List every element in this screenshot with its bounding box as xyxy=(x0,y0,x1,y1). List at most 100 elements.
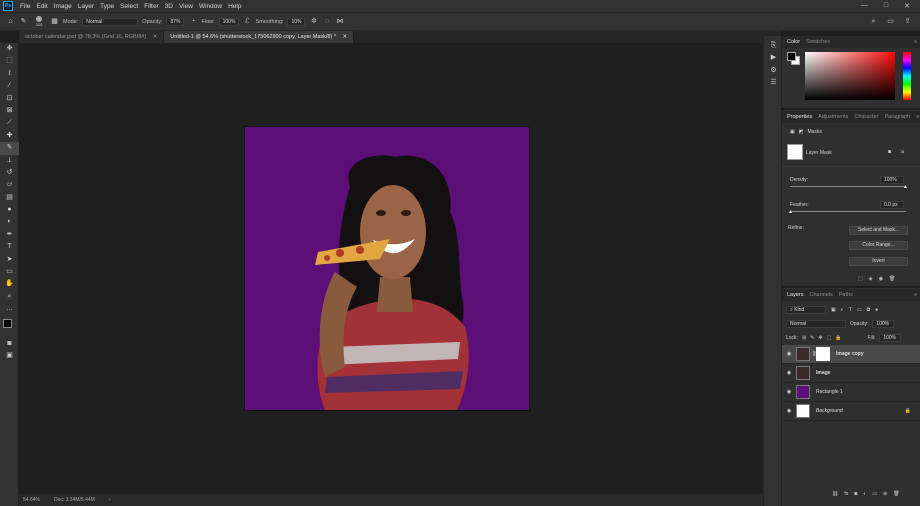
minimize-button[interactable]: — xyxy=(861,2,868,10)
menu-edit[interactable]: Edit xyxy=(36,3,47,10)
layer-name[interactable]: Image xyxy=(816,370,830,376)
symmetry-icon[interactable]: ⋈ xyxy=(335,17,344,26)
quick-mask-icon[interactable]: ◙ xyxy=(0,338,19,350)
select-mask-icon[interactable]: ◙ xyxy=(888,149,891,155)
feather-field[interactable]: 0.0 px xyxy=(880,201,904,209)
layer-name[interactable]: Background xyxy=(816,408,843,414)
visibility-eye-icon[interactable]: ◉ xyxy=(782,370,796,376)
panel-menu-icon[interactable]: ≡ xyxy=(914,292,920,298)
flow-field[interactable]: 100% xyxy=(218,17,239,26)
home-icon[interactable]: ⌂ xyxy=(6,17,15,26)
layer-mask-thumbnail[interactable] xyxy=(816,347,830,361)
adjustment-layer-icon[interactable]: ◐ xyxy=(863,491,866,497)
tab-swatches[interactable]: Swatches xyxy=(806,39,830,45)
document-canvas[interactable] xyxy=(245,127,529,410)
filter-smart-object-icon[interactable]: ⧉ xyxy=(867,307,871,313)
dodge-tool-icon[interactable]: ◐ xyxy=(0,216,19,228)
smoothing-field[interactable]: 10% xyxy=(287,17,306,26)
brush-preset-icon[interactable]: ✎ xyxy=(19,17,28,26)
feather-slider-thumb[interactable]: ▲ xyxy=(788,209,793,215)
fill-field[interactable]: 100% xyxy=(879,334,902,342)
layer-style-icon[interactable]: fx xyxy=(844,491,848,497)
visibility-eye-icon[interactable]: ◉ xyxy=(782,351,796,357)
zoom-level[interactable]: 54.64% xyxy=(23,497,40,503)
filter-adjustment-icon[interactable]: ◐ xyxy=(841,307,844,313)
history-brush-tool-icon[interactable]: ↺ xyxy=(0,167,19,179)
type-tool-icon[interactable]: T xyxy=(0,241,19,253)
clone-stamp-tool-icon[interactable]: ⊥ xyxy=(0,155,19,167)
density-slider-thumb[interactable]: ▲ xyxy=(903,184,908,190)
apply-mask-icon[interactable]: ◈ xyxy=(869,276,873,282)
layer-row-image-copy[interactable]: ◉ ⛓ Image copy xyxy=(782,345,920,364)
more-tools-icon[interactable]: … xyxy=(0,303,19,315)
visibility-icon[interactable]: ◉ xyxy=(879,276,883,282)
foreground-color-swatch[interactable] xyxy=(3,318,12,328)
lasso-tool-icon[interactable]: ℓ xyxy=(0,68,19,80)
layer-row-background[interactable]: ◉ Background 🔒 xyxy=(782,402,920,421)
crop-tool-icon[interactable]: ⊡ xyxy=(0,93,19,105)
load-selection-icon[interactable]: ⬚ xyxy=(858,276,863,282)
lock-transparent-icon[interactable]: ⊞ xyxy=(802,335,806,341)
healing-tool-icon[interactable]: ✚ xyxy=(0,130,19,142)
tab-paragraph[interactable]: Paragraph xyxy=(885,114,911,120)
filter-toggle-icon[interactable]: ● xyxy=(875,307,878,313)
layer-name[interactable]: Rectangle 1 xyxy=(816,389,843,395)
filter-shape-icon[interactable]: ▭ xyxy=(857,307,862,313)
new-layer-icon[interactable]: ⊕ xyxy=(883,491,887,497)
invert-button[interactable]: Invert xyxy=(849,257,908,266)
menu-view[interactable]: View xyxy=(179,3,193,10)
marquee-tool-icon[interactable]: ⬚ xyxy=(0,55,19,67)
tab-adjustments[interactable]: Adjustments xyxy=(818,114,848,120)
brush-tool-icon[interactable]: ✎ xyxy=(0,142,19,155)
layer-name[interactable]: Image copy xyxy=(836,351,864,357)
quick-select-tool-icon[interactable]: ⁄ xyxy=(0,80,19,92)
photoshop-logo[interactable]: Ps xyxy=(3,1,13,11)
tab-channels[interactable]: Channels xyxy=(810,292,833,298)
mode-select[interactable]: Normal xyxy=(82,17,139,26)
lock-icon[interactable]: 🔒 xyxy=(905,408,920,414)
gradient-tool-icon[interactable]: ▤ xyxy=(0,192,19,204)
menu-3d[interactable]: 3D xyxy=(165,3,173,10)
opacity-field[interactable]: 87% xyxy=(166,17,185,26)
filter-type-icon[interactable]: T xyxy=(849,307,852,313)
smoothing-options-icon[interactable]: ✲ xyxy=(309,17,318,26)
tab-character[interactable]: Character xyxy=(854,114,878,120)
airbrush-icon[interactable]: ℰ xyxy=(243,17,252,26)
menu-layer[interactable]: Layer xyxy=(78,3,94,10)
lock-artboard-icon[interactable]: ⬚ xyxy=(827,335,832,341)
tab-layers[interactable]: Layers xyxy=(787,292,804,298)
hue-slider[interactable] xyxy=(903,52,911,100)
menu-help[interactable]: Help xyxy=(228,3,241,10)
frame-tool-icon[interactable]: ⊠ xyxy=(0,105,19,117)
new-group-icon[interactable]: ▭ xyxy=(872,491,877,497)
panel-menu-icon[interactable]: ≡ xyxy=(914,39,920,45)
maximize-button[interactable]: □ xyxy=(884,2,888,10)
menu-select[interactable]: Select xyxy=(120,3,138,10)
blend-mode-select[interactable]: Normal xyxy=(786,320,846,328)
hand-tool-icon[interactable]: ✋ xyxy=(0,278,19,290)
lock-position-icon[interactable]: ✥ xyxy=(818,335,822,341)
brush-size-picker[interactable]: 225 xyxy=(32,16,46,27)
search-icon[interactable]: ⌕ xyxy=(869,17,878,26)
tab-properties[interactable]: Properties xyxy=(787,114,812,120)
layer-mask-thumbnail[interactable] xyxy=(787,144,803,160)
rectangle-tool-icon[interactable]: ▭ xyxy=(0,266,19,278)
share-icon[interactable]: ⇪ xyxy=(903,17,912,26)
tab-paths[interactable]: Paths xyxy=(839,292,853,298)
menu-image[interactable]: Image xyxy=(54,3,72,10)
layer-opacity-field[interactable]: 100% xyxy=(872,320,895,328)
tab-close-icon[interactable]: ✕ xyxy=(153,34,158,40)
feather-slider[interactable] xyxy=(790,211,906,212)
color-field[interactable] xyxy=(805,52,895,100)
color-range-button[interactable]: Color Range... xyxy=(849,241,908,250)
delete-layer-icon[interactable]: 🗑 xyxy=(893,491,899,497)
status-arrow-icon[interactable]: › xyxy=(109,497,111,503)
panel-menu-icon[interactable]: ≡ xyxy=(916,114,920,120)
apply-mask-icon[interactable]: ⇲ xyxy=(900,149,904,155)
eyedropper-tool-icon[interactable]: ⟋ xyxy=(0,117,19,129)
filter-pixel-icon[interactable]: ▣ xyxy=(831,307,836,313)
foreground-color-swatch[interactable] xyxy=(787,52,796,61)
blur-tool-icon[interactable]: ● xyxy=(0,204,19,216)
select-and-mask-button[interactable]: Select and Mask... xyxy=(849,226,908,235)
link-layers-icon[interactable]: ⛓ xyxy=(832,491,838,497)
